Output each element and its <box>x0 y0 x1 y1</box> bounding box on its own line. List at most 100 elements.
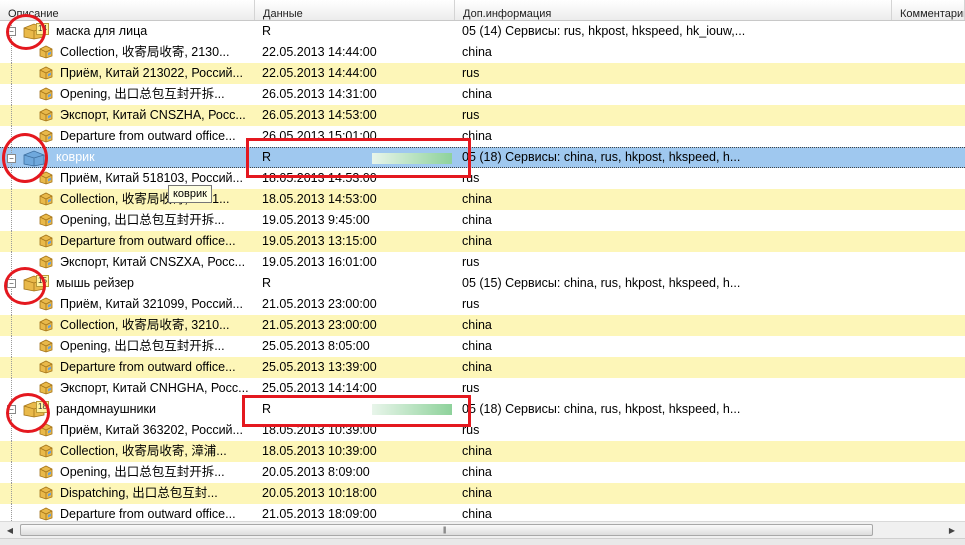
column-header-data[interactable]: Данные <box>255 0 455 20</box>
data-cell: 25.05.2013 8:05:00 <box>262 339 370 353</box>
event-row[interactable]: Dispatching, 出口总包互封... 20.05.2013 10:18:0… <box>0 483 965 504</box>
description-cell: Departure from outward office... <box>60 129 236 143</box>
tree-line <box>11 483 12 504</box>
info-cell: china <box>462 213 492 227</box>
info-cell: 05 (18) Сервисы: china, rus, hkpost, hks… <box>462 150 741 164</box>
description-cell: Приём, Китай 518103, Россий... <box>60 171 243 185</box>
info-cell: china <box>462 507 492 521</box>
event-row[interactable]: Collection, 收寄局收寄, 3210... 21.05.2013 23:… <box>0 315 965 336</box>
tree-line <box>11 231 12 252</box>
event-row[interactable]: Экспорт, Китай CNSZXA, Росс... 19.05.2013… <box>0 252 965 273</box>
event-row[interactable]: Приём, Китай 518103, Россий... 18.05.2013… <box>0 168 965 189</box>
package-icon <box>38 45 54 59</box>
info-cell: rus <box>462 108 480 122</box>
annotation-box <box>246 138 471 178</box>
data-cell: 22.05.2013 14:44:00 <box>262 45 377 59</box>
description-cell: Collection, 收寄局收寄, 漳浦... <box>60 444 227 458</box>
group-row[interactable]: −15 мышь рейзер R 05 (15) Сервисы: china, r… <box>0 273 965 294</box>
info-cell: china <box>462 444 492 458</box>
data-cell: 21.05.2013 23:00:00 <box>262 297 377 311</box>
event-row[interactable]: Экспорт, Китай CNHGHA, Росс... 25.05.2013… <box>0 378 965 399</box>
event-row[interactable]: Departure from outward office... 19.05.20… <box>0 231 965 252</box>
event-row[interactable]: Departure from outward office... 26.05.20… <box>0 126 965 147</box>
event-row[interactable]: Departure from outward office... 21.05.20… <box>0 504 965 521</box>
description-cell: Collection, 收寄局收寄, 5181... <box>60 192 230 206</box>
column-header-info[interactable]: Доп.информация <box>455 0 892 20</box>
data-cell: 19.05.2013 9:45:00 <box>262 213 370 227</box>
package-icon <box>38 192 54 206</box>
info-cell: china <box>462 339 492 353</box>
data-cell: 26.05.2013 14:53:00 <box>262 108 377 122</box>
tree-line <box>11 462 12 483</box>
tracking-tree-list[interactable]: −14 маска для лица R 05 (14) Сервисы: rus, … <box>0 21 965 521</box>
event-row[interactable]: Приём, Китай 213022, Россий... 22.05.2013… <box>0 63 965 84</box>
info-cell: china <box>462 465 492 479</box>
package-icon <box>38 339 54 353</box>
description-cell: Приём, Китай 321099, Россий... <box>60 297 243 311</box>
description-cell: Collection, 收寄局收寄, 2130... <box>60 45 230 59</box>
tree-line <box>11 84 12 105</box>
event-row[interactable]: Departure from outward office... 25.05.20… <box>0 357 965 378</box>
scrollbar-thumb[interactable]: ||| <box>20 524 873 536</box>
scroll-left-icon[interactable]: ◀ <box>3 525 17 536</box>
description-cell: Opening, 出口总包互封开拆... <box>60 87 225 101</box>
info-cell: rus <box>462 66 480 80</box>
package-icon <box>38 318 54 332</box>
data-cell: 18.05.2013 14:53:00 <box>262 192 377 206</box>
event-row[interactable]: Экспорт, Китай CNSZHA, Росс... 26.05.2013… <box>0 105 965 126</box>
description-cell: Opening, 出口总包互封开拆... <box>60 213 225 227</box>
description-cell: рандомнаушники <box>56 402 156 416</box>
info-cell: china <box>462 129 492 143</box>
group-row[interactable]: − коврик R 05 (18) Сервисы: china, rus, hkp… <box>0 147 965 169</box>
scroll-right-icon[interactable]: ▶ <box>945 525 959 536</box>
tree-line <box>11 378 12 399</box>
description-cell: Collection, 收寄局收寄, 3210... <box>60 318 230 332</box>
package-icon <box>38 87 54 101</box>
annotation-circle <box>4 267 46 305</box>
data-cell: 20.05.2013 8:09:00 <box>262 465 370 479</box>
info-cell: china <box>462 234 492 248</box>
annotation-circle <box>6 393 50 433</box>
grip-icon: ||| <box>443 527 447 534</box>
column-header: Описание Данные Доп.информация Комментар… <box>0 0 965 21</box>
info-cell: 05 (15) Сервисы: china, rus, hkpost, hks… <box>462 276 741 290</box>
column-header-comment[interactable]: Комментарий <box>892 0 965 20</box>
data-cell: 18.05.2013 10:39:00 <box>262 444 377 458</box>
event-row[interactable]: Collection, 收寄局收寄, 漳浦... 18.05.2013 10:39… <box>0 441 965 462</box>
description-cell: маска для лица <box>56 24 148 38</box>
event-row[interactable]: Приём, Китай 363202, Россий... 18.05.2013… <box>0 420 965 441</box>
package-icon <box>38 66 54 80</box>
data-cell: 20.05.2013 10:18:00 <box>262 486 377 500</box>
description-cell: Приём, Китай 363202, Россий... <box>60 423 243 437</box>
info-cell: china <box>462 87 492 101</box>
event-row[interactable]: Opening, 出口总包互封开拆... 20.05.2013 8:09:00 ch… <box>0 462 965 483</box>
tree-line <box>11 441 12 462</box>
group-row[interactable]: −18 рандомнаушники R 05 (18) Сервисы: china… <box>0 399 965 420</box>
package-icon <box>38 297 54 311</box>
event-row[interactable]: Приём, Китай 321099, Россий... 21.05.2013… <box>0 294 965 315</box>
description-cell: Opening, 出口总包互封开拆... <box>60 465 225 479</box>
event-row[interactable]: Collection, 收寄局收寄, 5181... 18.05.2013 14:… <box>0 189 965 210</box>
group-row[interactable]: −14 маска для лица R 05 (14) Сервисы: rus, … <box>0 21 965 42</box>
info-cell: china <box>462 318 492 332</box>
package-icon <box>38 255 54 269</box>
data-cell: 26.05.2013 14:31:00 <box>262 87 377 101</box>
description-cell: коврик <box>56 150 95 164</box>
description-cell: Departure from outward office... <box>60 507 236 521</box>
tooltip: коврик <box>168 185 212 203</box>
info-cell: rus <box>462 381 480 395</box>
event-row[interactable]: Collection, 收寄局收寄, 2130... 22.05.2013 14:… <box>0 42 965 63</box>
event-row[interactable]: Opening, 出口总包互封开拆... 26.05.2013 14:31:00 c… <box>0 84 965 105</box>
description-cell: Экспорт, Китай CNHGHA, Росс... <box>60 381 249 395</box>
event-row[interactable]: Opening, 出口总包互封开拆... 19.05.2013 9:45:00 ch… <box>0 210 965 231</box>
horizontal-scrollbar[interactable]: ◀ ||| ▶ <box>0 521 965 539</box>
info-cell: china <box>462 360 492 374</box>
package-icon <box>38 507 54 521</box>
data-cell: R <box>262 24 272 38</box>
package-icon <box>38 234 54 248</box>
info-cell: rus <box>462 171 480 185</box>
tree-line <box>11 315 12 336</box>
annotation-circle <box>6 14 46 50</box>
event-row[interactable]: Opening, 出口总包互封开拆... 25.05.2013 8:05:00 ch… <box>0 336 965 357</box>
package-icon <box>38 444 54 458</box>
